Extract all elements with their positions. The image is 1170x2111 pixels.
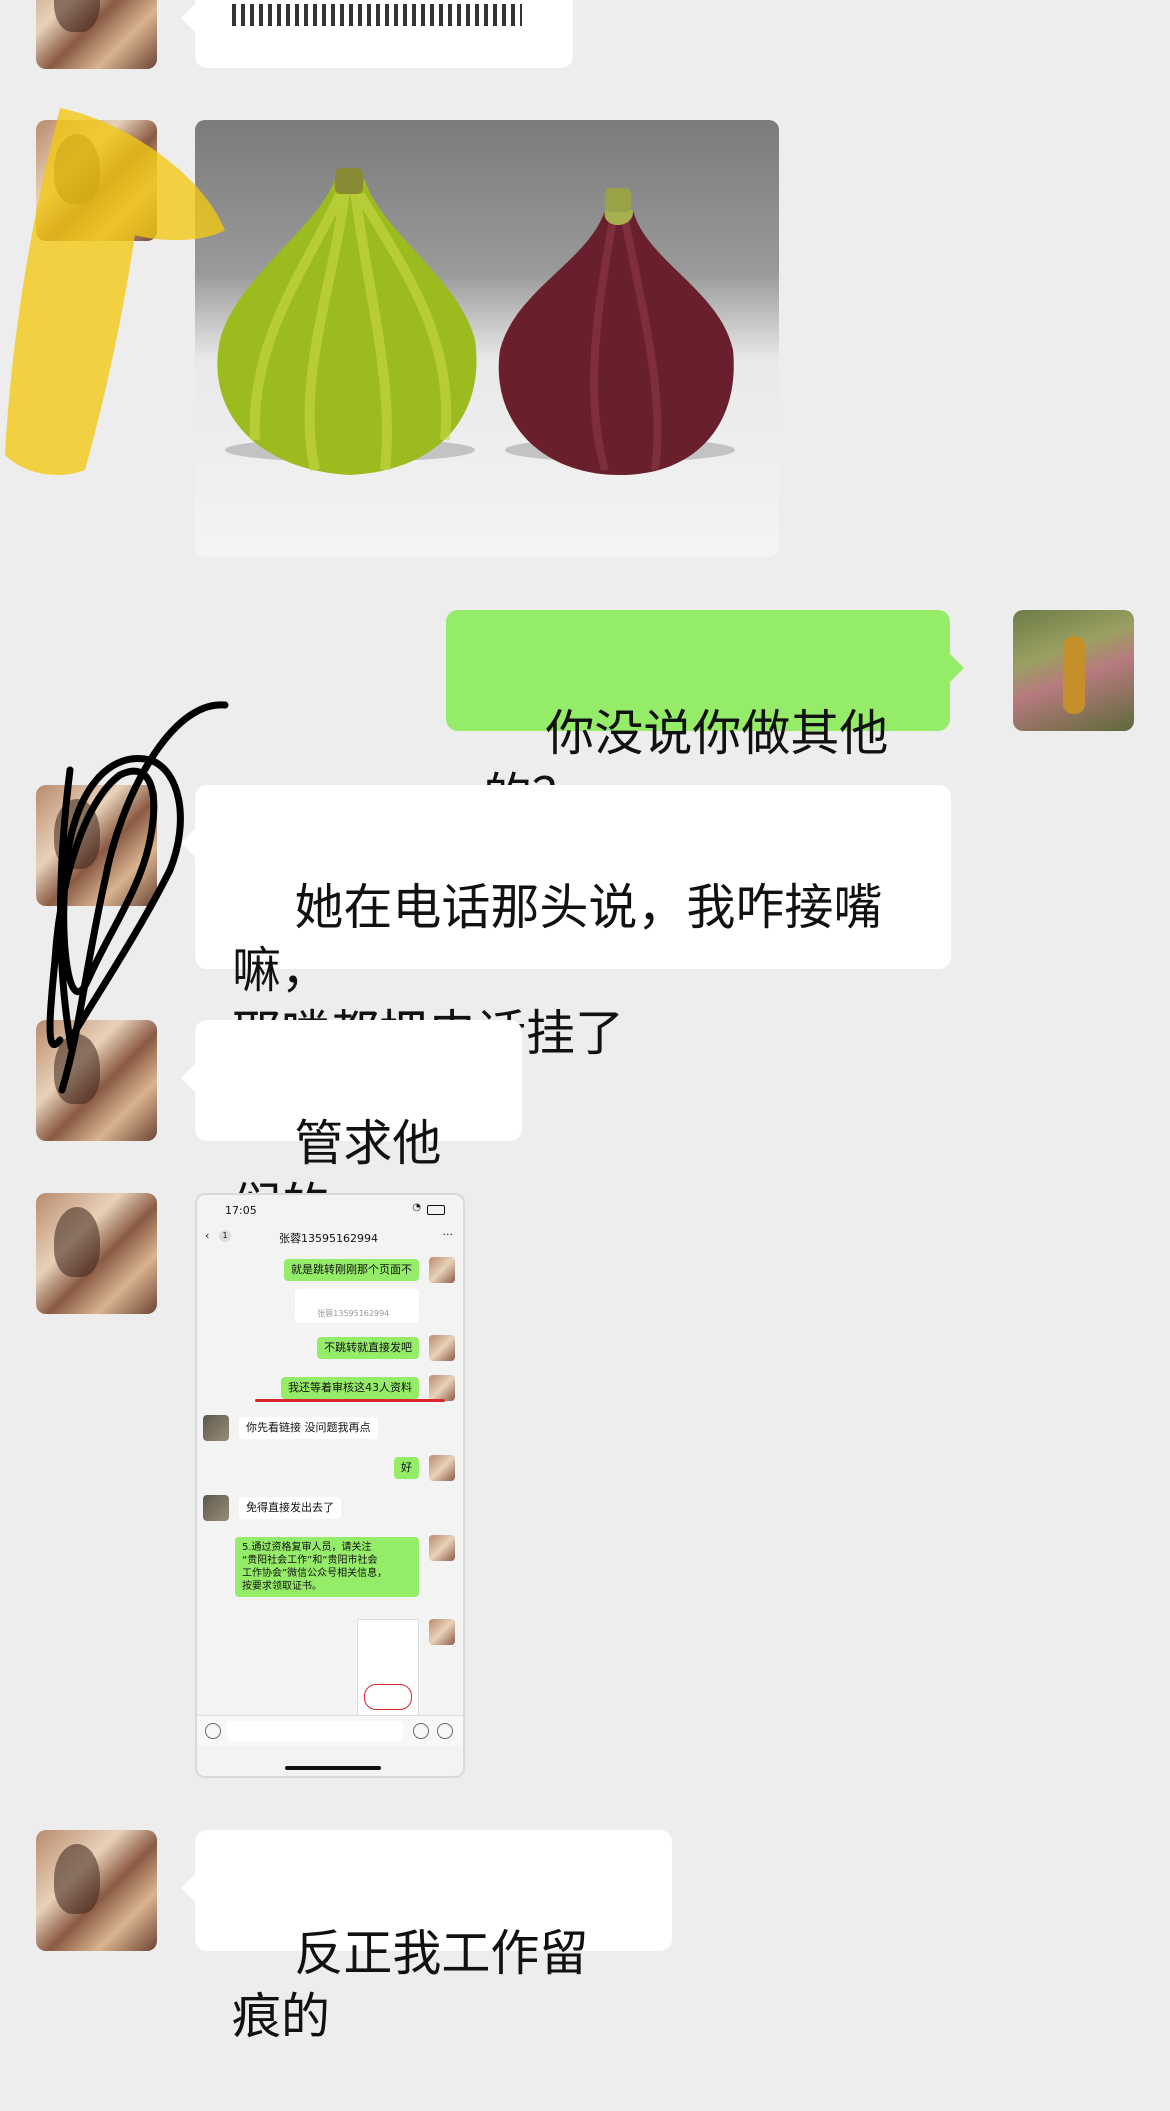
contact-avatar[interactable] — [36, 1193, 157, 1314]
contact-avatar[interactable] — [36, 785, 157, 906]
nested-bubble: 5.通过资格复审人员，请关注 “贵阳社会工作”和“贵阳市社会 工作协会”微信公众… — [235, 1537, 419, 1597]
nested-image-thumb — [357, 1619, 419, 1717]
wifi-icon: ◔ — [412, 1202, 421, 1213]
nested-bubble: 我还等着审核这43人资料 — [281, 1377, 419, 1399]
message-bubble[interactable]: 她在电话那头说，我咋接嘴嘛， 耶喽都把电话挂了 — [181, 785, 951, 1062]
text-input — [227, 1721, 403, 1741]
contact-avatar[interactable] — [36, 1020, 157, 1141]
battery-icon — [427, 1205, 445, 1215]
nested-bubble: 好 — [394, 1457, 419, 1479]
plus-icon — [437, 1723, 453, 1739]
status-time: 17:05 — [225, 1204, 257, 1217]
contact-avatar[interactable] — [36, 0, 157, 69]
back-icon[interactable]: ‹ — [205, 1229, 209, 1242]
contact-avatar[interactable] — [36, 120, 157, 241]
message-text: 反正我工作留痕的 — [232, 1925, 589, 2045]
home-indicator — [285, 1766, 381, 1770]
nested-link-card: 张蓉13595162994 — [295, 1289, 419, 1323]
nested-avatar — [429, 1619, 455, 1645]
voice-icon — [205, 1723, 221, 1739]
purple-fig — [498, 210, 734, 475]
nested-avatar — [203, 1495, 229, 1521]
contact-name: 张蓉13595162994 — [279, 1232, 378, 1245]
nested-bubble: 免得直接发出去了 — [239, 1497, 341, 1519]
two-figs-image — [217, 168, 735, 475]
message-bubble[interactable]: 反正我工作留痕的 — [181, 1830, 672, 2045]
chat-header: ‹ 1 张蓉13595162994 ··· — [197, 1225, 463, 1249]
emoji-icon — [413, 1723, 429, 1739]
screenshot-message[interactable]: 17:05 ◔ ‹ 1 张蓉13595162994 ··· 就是跳转刚刚那个页面… — [195, 1193, 465, 1778]
nested-avatar — [429, 1375, 455, 1401]
nested-bubble: 你先看链接 没问题我再点 — [239, 1417, 378, 1439]
nested-avatar — [429, 1535, 455, 1561]
nested-avatar — [429, 1455, 455, 1481]
redacted-text — [232, 4, 522, 26]
message-bubble-self[interactable]: 你没说你做其他的？ — [446, 610, 964, 825]
unread-count: 1 — [219, 1230, 231, 1242]
red-underline — [255, 1399, 445, 1402]
nested-avatar — [429, 1257, 455, 1283]
nested-input-bar — [197, 1715, 463, 1746]
more-icon[interactable]: ··· — [443, 1228, 454, 1241]
nested-bubble: 就是跳转刚刚那个页面不 — [284, 1259, 419, 1281]
my-avatar[interactable] — [1013, 610, 1134, 731]
nested-avatar — [429, 1335, 455, 1361]
nested-bubble: 不跳转就直接发吧 — [317, 1337, 419, 1359]
message-bubble[interactable]: 管求他们的 — [181, 1020, 522, 1235]
message-bubble[interactable] — [181, 0, 573, 68]
contact-avatar[interactable] — [36, 1830, 157, 1951]
photo-message[interactable] — [195, 120, 779, 557]
nested-avatar — [203, 1415, 229, 1441]
status-bar: 17:05 ◔ — [197, 1195, 463, 1223]
